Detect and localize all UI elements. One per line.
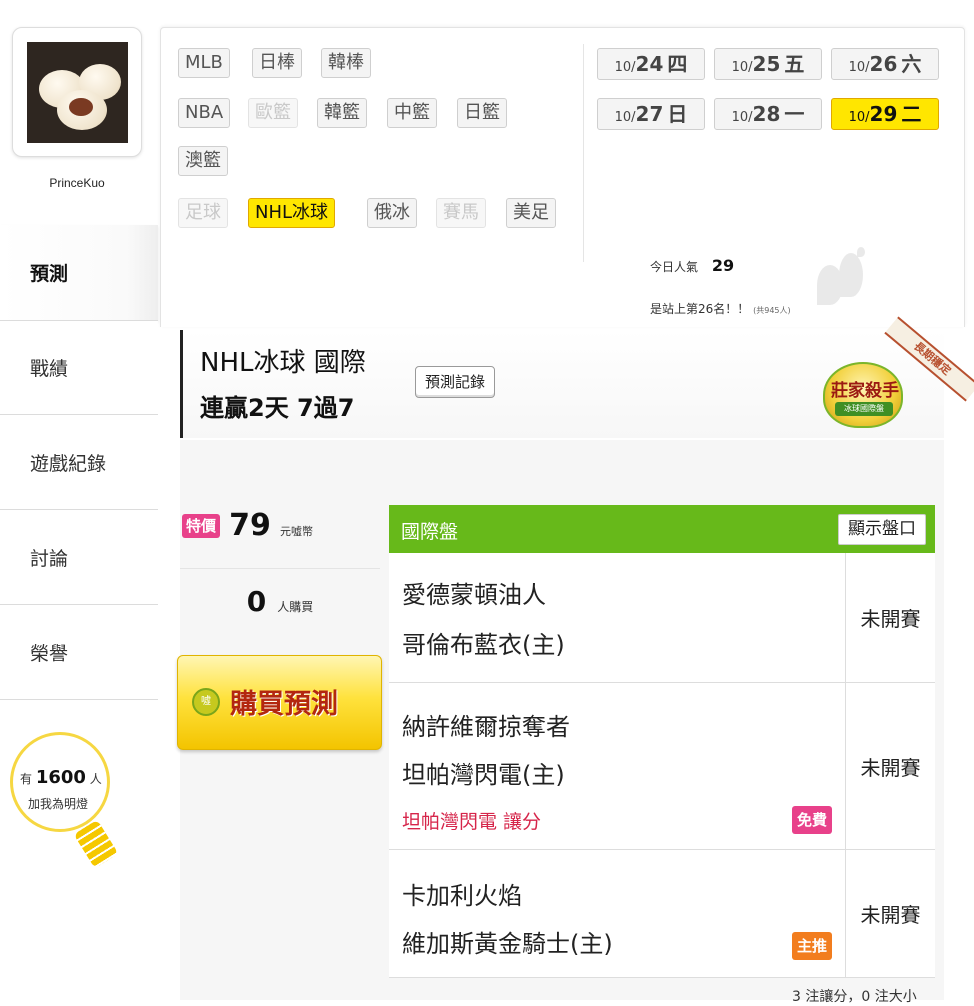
price-unit: 元噓幣 [279,525,313,538]
username: PrinceKuo [49,176,105,190]
league-tag-kr-basketball[interactable]: 韓籃 [317,98,367,128]
prediction-header: NHL冰球 國際 連贏2天 7過7 預測記錄 莊家殺手 冰球國際盤 長期穩定 [180,316,974,438]
league-tag-mlb[interactable]: MLB [178,48,230,78]
popularity-label: 今日人氣 [650,260,699,274]
games-table-header: 國際盤 顯示盤口 [389,505,935,553]
game-status: 未開賽 [845,683,935,849]
avatar-image [27,42,128,143]
special-price-badge: 特價 [182,514,221,538]
flame-icon [805,245,885,315]
nav-item-record[interactable]: 戰績 [0,320,158,415]
pick-summary: 3 注讓分，0 注大小 [792,989,917,1005]
buyer-count-unit: 人購買 [277,600,314,614]
nav-item-label: 榮譽 [30,642,69,665]
league-tag-nba[interactable]: NBA [178,98,231,128]
league-tag-horse-racing: 賽馬 [436,198,486,228]
league-tag-jp-basketball[interactable]: 日籃 [457,98,507,128]
badge-title: 莊家殺手 [831,381,899,401]
main-pick-badge: 主推 [791,932,832,960]
date-tab-1027[interactable]: 10/27 日 [597,98,705,130]
buyer-count-value: 0 [246,585,267,618]
home-team: 維加斯黃金騎士(主) [402,930,613,958]
nav-item-label: 討論 [30,547,69,570]
league-tag-kr-baseball[interactable]: 韓棒 [321,48,371,78]
coin-icon: 噓 [192,688,220,716]
buy-prediction-button[interactable]: 噓 購買預測 [177,655,382,750]
nav-item-honors[interactable]: 榮譽 [0,605,158,700]
game-status: 未開賽 [845,850,935,977]
prediction-record-button[interactable]: 預測記錄 [415,366,496,398]
date-tab-1024[interactable]: 10/24 四 [597,48,705,80]
game-row: 納許維爾掠奪者 坦帕灣閃電(主) 坦帕灣閃電 讓分 免費 未開賽 [389,683,935,850]
league-tag-jp-baseball[interactable]: 日棒 [252,48,302,78]
home-team: 哥倫布藍衣(主) [402,631,565,659]
main-content: MLB 日棒 韓棒 NBA 歐籃 韓籃 中籃 日籃 澳籃 足球 NHL冰球 俄冰… [160,0,974,1005]
fans-count: 1600 [35,767,86,788]
buyer-count: 0 人購買 [180,568,380,618]
popularity-total: (共945人) [753,306,791,315]
date-tab-1029[interactable]: 10/29 二 [831,98,939,130]
date-tab-1026[interactable]: 10/26 六 [831,48,939,80]
follow-label: 加我為明燈 [28,797,89,811]
games-table-title: 國際盤 [401,521,459,543]
league-tag-nhl[interactable]: NHL冰球 [248,198,336,228]
game-row: 愛德蒙頓油人 哥倫布藍衣(主) 未開賽 [389,553,935,683]
price-row: 特價 79 元噓幣 [182,508,313,543]
show-odds-button[interactable]: 顯示盤口 [838,514,926,545]
league-tag-nfl[interactable]: 美足 [506,198,556,228]
avatar[interactable] [12,27,142,157]
date-tab-1028[interactable]: 10/28 一 [714,98,822,130]
game-row: 卡加利火焰 維加斯黃金騎士(主) 主推 未開賽 [389,850,935,978]
buy-prediction-label: 購買預測 [230,689,338,720]
sidebar: PrinceKuo 預測 戰績 遊戲紀錄 討論 榮譽 有 1600 人 加我為明… [0,0,160,1000]
nav-item-label: 遊戲紀錄 [30,452,107,475]
away-team: 愛德蒙頓油人 [402,581,546,609]
league-tag-au-basketball[interactable]: 澳籃 [178,146,228,176]
fans-count-text: 有 1600 人 [20,767,102,788]
popularity-rank: 是站上第26名！！ (共945人) [650,302,791,316]
league-tag-eu-basketball: 歐籃 [248,98,298,128]
away-team: 卡加利火焰 [402,882,522,910]
league-title: NHL冰球 國際 [200,348,366,378]
home-team: 坦帕灣閃電(主) [402,761,565,789]
nav-item-game-log[interactable]: 遊戲紀錄 [0,415,158,510]
games-table: 國際盤 顯示盤口 愛德蒙頓油人 哥倫布藍衣(主) 未開賽 納許維爾掠奪者 坦帕灣… [389,505,935,978]
nav-item-discussion[interactable]: 討論 [0,510,158,605]
date-tab-1025[interactable]: 10/25 五 [714,48,822,80]
follow-lightbulb[interactable]: 有 1600 人 加我為明燈 [10,732,150,882]
league-tag-ru-hockey[interactable]: 俄冰 [367,198,417,228]
popularity-value: 29 [711,256,735,275]
game-pick: 坦帕灣閃電 讓分 [402,811,542,833]
game-status: 未開賽 [845,553,935,682]
banker-killer-badge-icon: 莊家殺手 冰球國際盤 [823,362,903,428]
free-badge: 免費 [791,806,832,834]
badge-subtitle: 冰球國際盤 [835,402,893,416]
panel-divider [583,44,584,262]
league-tag-soccer: 足球 [178,198,228,228]
popularity-today: 今日人氣 29 [650,256,734,275]
nav-item-label: 預測 [30,263,69,285]
win-streak: 連贏2天 7過7 [200,394,355,422]
nav-item-label: 戰績 [30,358,69,380]
price-value: 79 [229,508,271,543]
nav-item-predictions[interactable]: 預測 [0,225,158,320]
away-team: 納許維爾掠奪者 [402,713,570,741]
league-tag-cn-basketball[interactable]: 中籃 [387,98,437,128]
